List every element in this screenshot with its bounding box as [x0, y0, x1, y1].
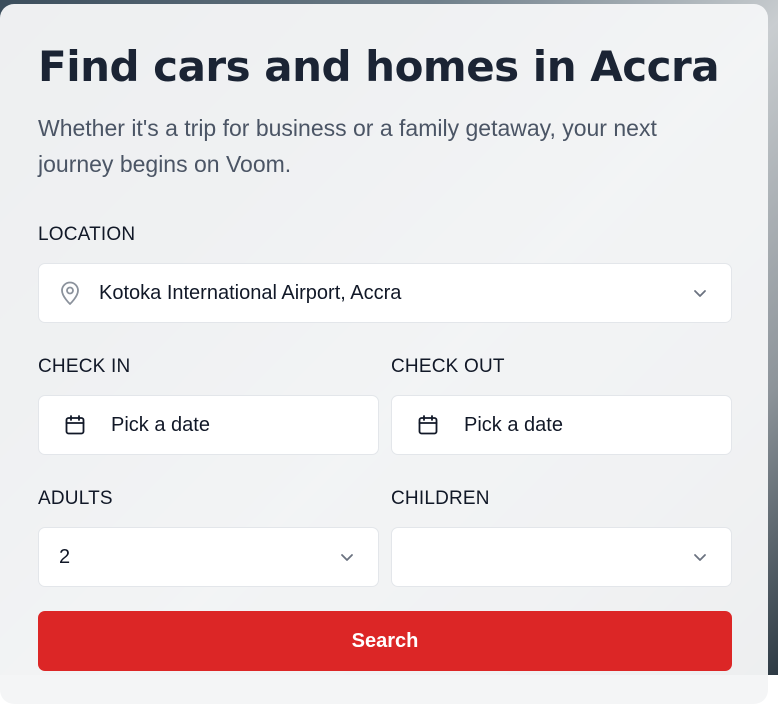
check-out-placeholder: Pick a date: [464, 413, 563, 436]
location-value: Kotoka International Airport, Accra: [99, 281, 402, 304]
chevron-down-icon: [691, 284, 709, 302]
chevron-down-icon: [691, 548, 709, 566]
search-button[interactable]: Search: [38, 611, 732, 671]
check-in-placeholder: Pick a date: [111, 413, 210, 436]
children-select[interactable]: [391, 527, 732, 587]
adults-select[interactable]: 2: [38, 527, 379, 587]
check-out-label: CHECK OUT: [391, 356, 505, 377]
calendar-icon: [417, 414, 439, 436]
adults-label: ADULTS: [38, 488, 113, 509]
check-out-date-picker[interactable]: Pick a date: [391, 395, 732, 455]
children-label: CHILDREN: [391, 488, 490, 509]
chevron-down-icon: [338, 548, 356, 566]
page-title: Find cars and homes in Accra: [38, 42, 720, 91]
calendar-icon: [64, 414, 86, 436]
location-select[interactable]: Kotoka International Airport, Accra: [38, 263, 732, 323]
search-card: Find cars and homes in Accra Whether it'…: [0, 4, 768, 704]
adults-value: 2: [59, 545, 71, 568]
page-subtitle: Whether it's a trip for business or a fa…: [38, 115, 657, 177]
check-in-label: CHECK IN: [38, 356, 131, 377]
check-in-date-picker[interactable]: Pick a date: [38, 395, 379, 455]
map-pin-icon: [58, 280, 82, 306]
location-label: LOCATION: [38, 224, 136, 245]
